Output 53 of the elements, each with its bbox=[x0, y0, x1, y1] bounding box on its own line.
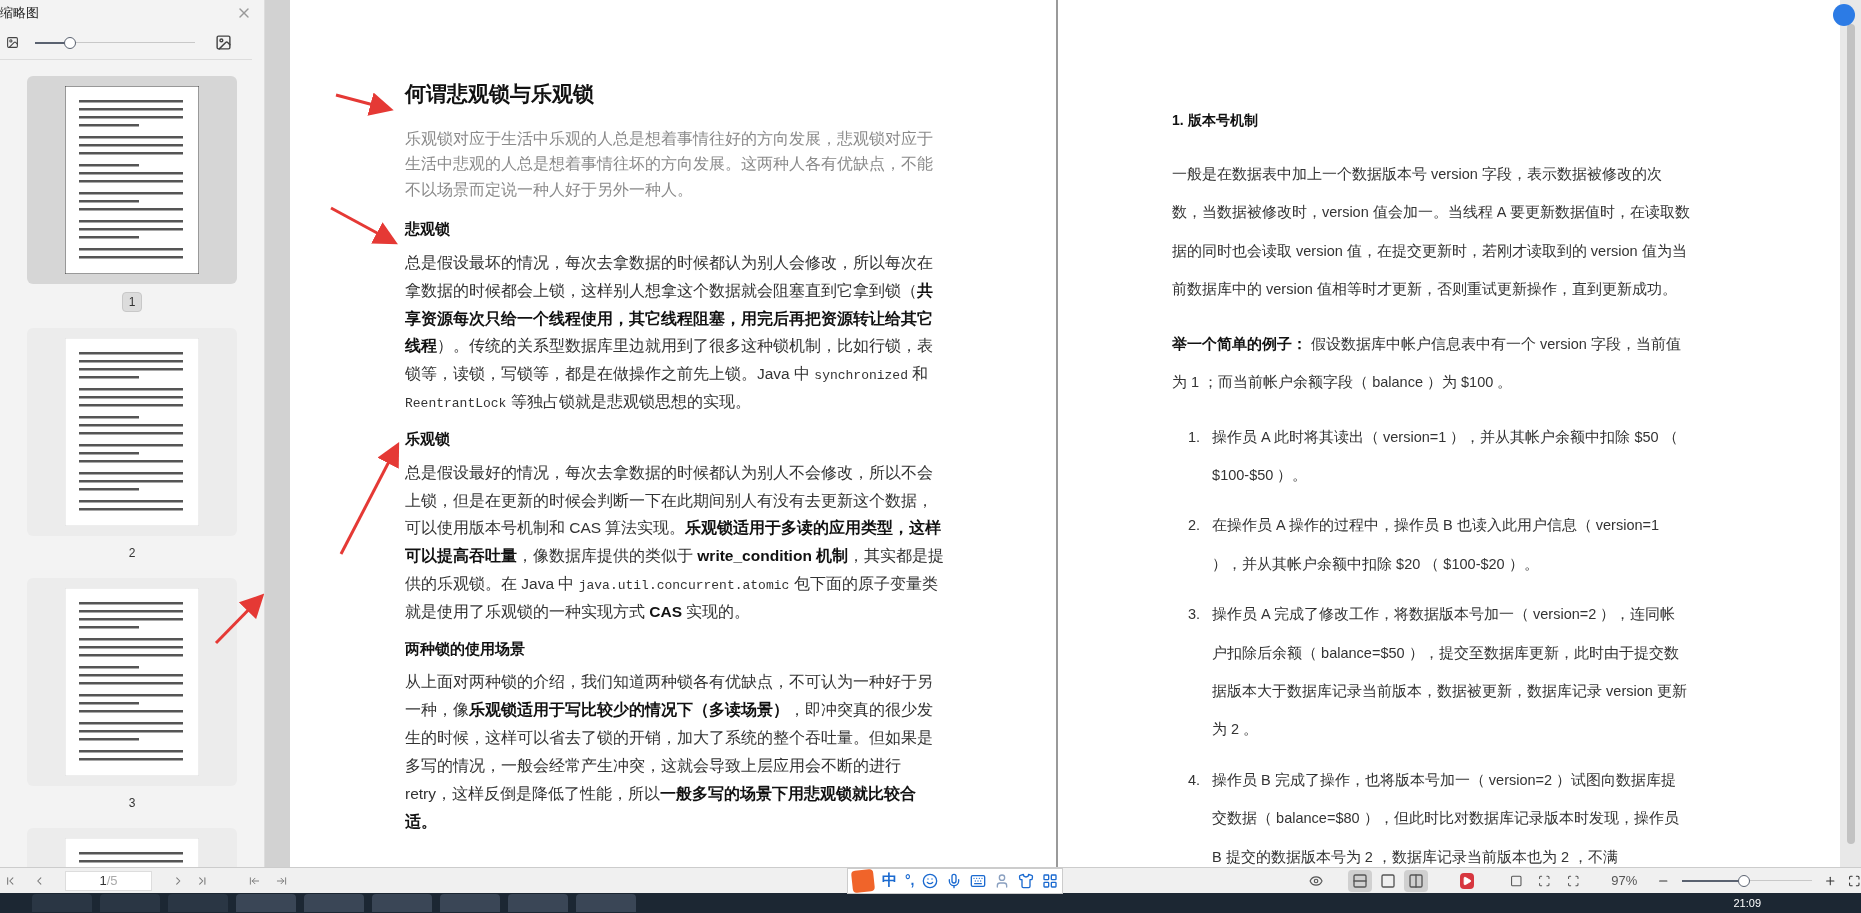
grid-icon[interactable] bbox=[1042, 872, 1059, 889]
list-number: 4. bbox=[1188, 770, 1201, 790]
thumbnail-card[interactable] bbox=[27, 328, 237, 536]
body-paragraph: 从上面对两种锁的介绍，我们知道两种锁各有优缺点，不可认为一种好于另一种，像乐观锁适用于写比较少的情况下（多读场景），即冲突真的很少发生的时候，这样可以省去了锁的开销，加大了系统的整个吞吐量。但如果是多写的情况，一般会经常产生冲突，这就会导致上层应用会不断的进行 retry，这样反倒是降低了性能，所以一般多写的场景下用悲观锁就比较合适。 bbox=[405, 672, 934, 832]
clock-time: 21:09 bbox=[1733, 895, 1761, 911]
shirt-icon[interactable] bbox=[1018, 872, 1035, 889]
ime-mode-label[interactable]: 中 bbox=[881, 869, 897, 892]
scrollbar[interactable] bbox=[1840, 0, 1861, 867]
thumbnail-card[interactable] bbox=[27, 76, 237, 284]
play-icon bbox=[1461, 875, 1472, 886]
keyboard-icon[interactable] bbox=[970, 872, 987, 889]
list-item-text: 操作员 B 完成了操作，也将版本号加一（ version=2 ）试图向数据库提交数据（ balance=$80 ），但此时比对数据库记录版本时发现，操作员 B 提交的数据版本号为 2 ，数据库记录当前版本也为 2 ，不满 bbox=[1212, 770, 1680, 867]
play-button[interactable] bbox=[1459, 872, 1474, 889]
document-title: 何谓悲观锁与乐观锁 bbox=[405, 81, 595, 107]
thumbnail-card[interactable] bbox=[27, 578, 237, 786]
arrow-annotation bbox=[330, 206, 398, 245]
continuous-view-icon bbox=[1351, 872, 1368, 889]
zoom-slider[interactable] bbox=[1681, 873, 1812, 888]
section-heading: 乐观锁 bbox=[405, 429, 451, 450]
slider-thumb[interactable] bbox=[1738, 874, 1751, 887]
zoom-percentage[interactable]: 97% bbox=[1611, 870, 1638, 891]
body-paragraph: 举一个简单的例子： 假设数据库中帐户信息表中有一个 version 字段，当前值为 1 ；而当前帐户余额字段（ balance ）为 $100 。 bbox=[1172, 334, 1682, 393]
punctuation-label[interactable]: °, bbox=[904, 870, 915, 891]
two-page-icon bbox=[1407, 872, 1424, 889]
list-item-text: 在操作员 A 操作的过程中，操作员 B 也读入此用户信息（ version=1 ），并从其帐户余额中扣除 $20 （ $100-$20 ）。 bbox=[1212, 516, 1661, 574]
arrow-annotation bbox=[214, 593, 265, 645]
single-page-icon bbox=[1379, 872, 1396, 889]
section-heading: 两种锁的使用场景 bbox=[405, 638, 526, 659]
view-mode-button[interactable] bbox=[1403, 869, 1428, 892]
ime-logo-icon[interactable] bbox=[850, 868, 875, 893]
intro-paragraph: 乐观锁对应于生活中乐观的人总是想着事情往好的方向发展，悲观锁对应于生活中悲观的人总是想着事情往坏的方向发展。这两种人各有优缺点，不能不以场景而定说一种人好于另外一种人。 bbox=[405, 128, 934, 200]
page-number-label: 2 bbox=[127, 545, 137, 562]
view-mode-button[interactable] bbox=[1347, 869, 1372, 892]
page-number-field[interactable]: 1/5 bbox=[65, 870, 152, 891]
smiley-icon[interactable] bbox=[922, 872, 939, 889]
page-number-label: 1 bbox=[121, 292, 143, 312]
section-heading: 1. 版本号机制 bbox=[1172, 111, 1259, 130]
list-number: 3. bbox=[1188, 605, 1201, 625]
list-item-text: 操作员 A 完成了修改工作，将数据版本号加一（ version=2 ），连同帐户扣除后余额（ balance=$50 ），提交至数据库更新，此时由于提交数据版本大于数据库记录当前版本，数据被更新，数据库记录 version 更新为 2 。 bbox=[1212, 605, 1688, 740]
small-image-icon[interactable] bbox=[6, 36, 19, 49]
list-number: 1. bbox=[1188, 427, 1201, 447]
large-image-icon[interactable] bbox=[215, 34, 232, 51]
body-paragraph: 一般是在数据表中加上一个数据版本号 version 字段，表示数据被修改的次数，当数据被修改时，version 值会加一。当线程 A 要更新数据值时，在读取数据的同时也会读取 version 值，在提交更新时，若刚才读取到的 version 值为当前数据库中的 version 值相等时才更新，否则重试更新操作，直到更新成功。 bbox=[1172, 165, 1690, 300]
section-heading: 悲观锁 bbox=[405, 219, 451, 240]
list-number: 2. bbox=[1188, 516, 1201, 536]
list-item-text: 操作员 A 此时将其读出（ version=1 ），并从其帐户余额中扣除 $50 （ $100-$50 ）。 bbox=[1212, 427, 1679, 485]
sidebar-title: 缩略图 bbox=[0, 4, 39, 23]
page-number-label: 3 bbox=[127, 795, 137, 812]
zoom-slider[interactable] bbox=[35, 35, 195, 50]
body-paragraph: 总是假设最坏的情况，每次去拿数据的时候都认为别人会修改，所以每次在拿数据的时候都会上锁，这样别人想拿这个数据就会阻塞直到它拿到锁（共享资源每次只给一个线程使用，其它线程阻塞，用完后再把资源转让给其它线程）。传统的关系型数据库里边就用到了很多这种锁机制，比如行锁，表锁等，读锁，写锁等，都是在做操作之前先上锁。Java 中 synchronized 和 ReentrantLock 等独占锁就是悲观锁思想的实现。 bbox=[405, 252, 934, 414]
body-paragraph: 总是假设最好的情况，每次去拿数据的时候都认为别人不会修改，所以不会上锁，但是在更新的时候会判断一下在此期间别人有没有去更新这个数据，可以使用版本号机制和 CAS 算法实现。乐观锁适用于多读的应用类型，这样可以提高吞吐量，像数据库提供的类似于 write_condition 机制，其实都是提供的乐观锁。在 Java 中 java.util.concurrent.atomic 包下面的原子变量类就是使用了乐观锁的一种实现方式 CAS 实现的。 bbox=[405, 462, 946, 623]
slider-thumb[interactable] bbox=[64, 36, 77, 49]
arrow-annotation bbox=[335, 92, 394, 116]
